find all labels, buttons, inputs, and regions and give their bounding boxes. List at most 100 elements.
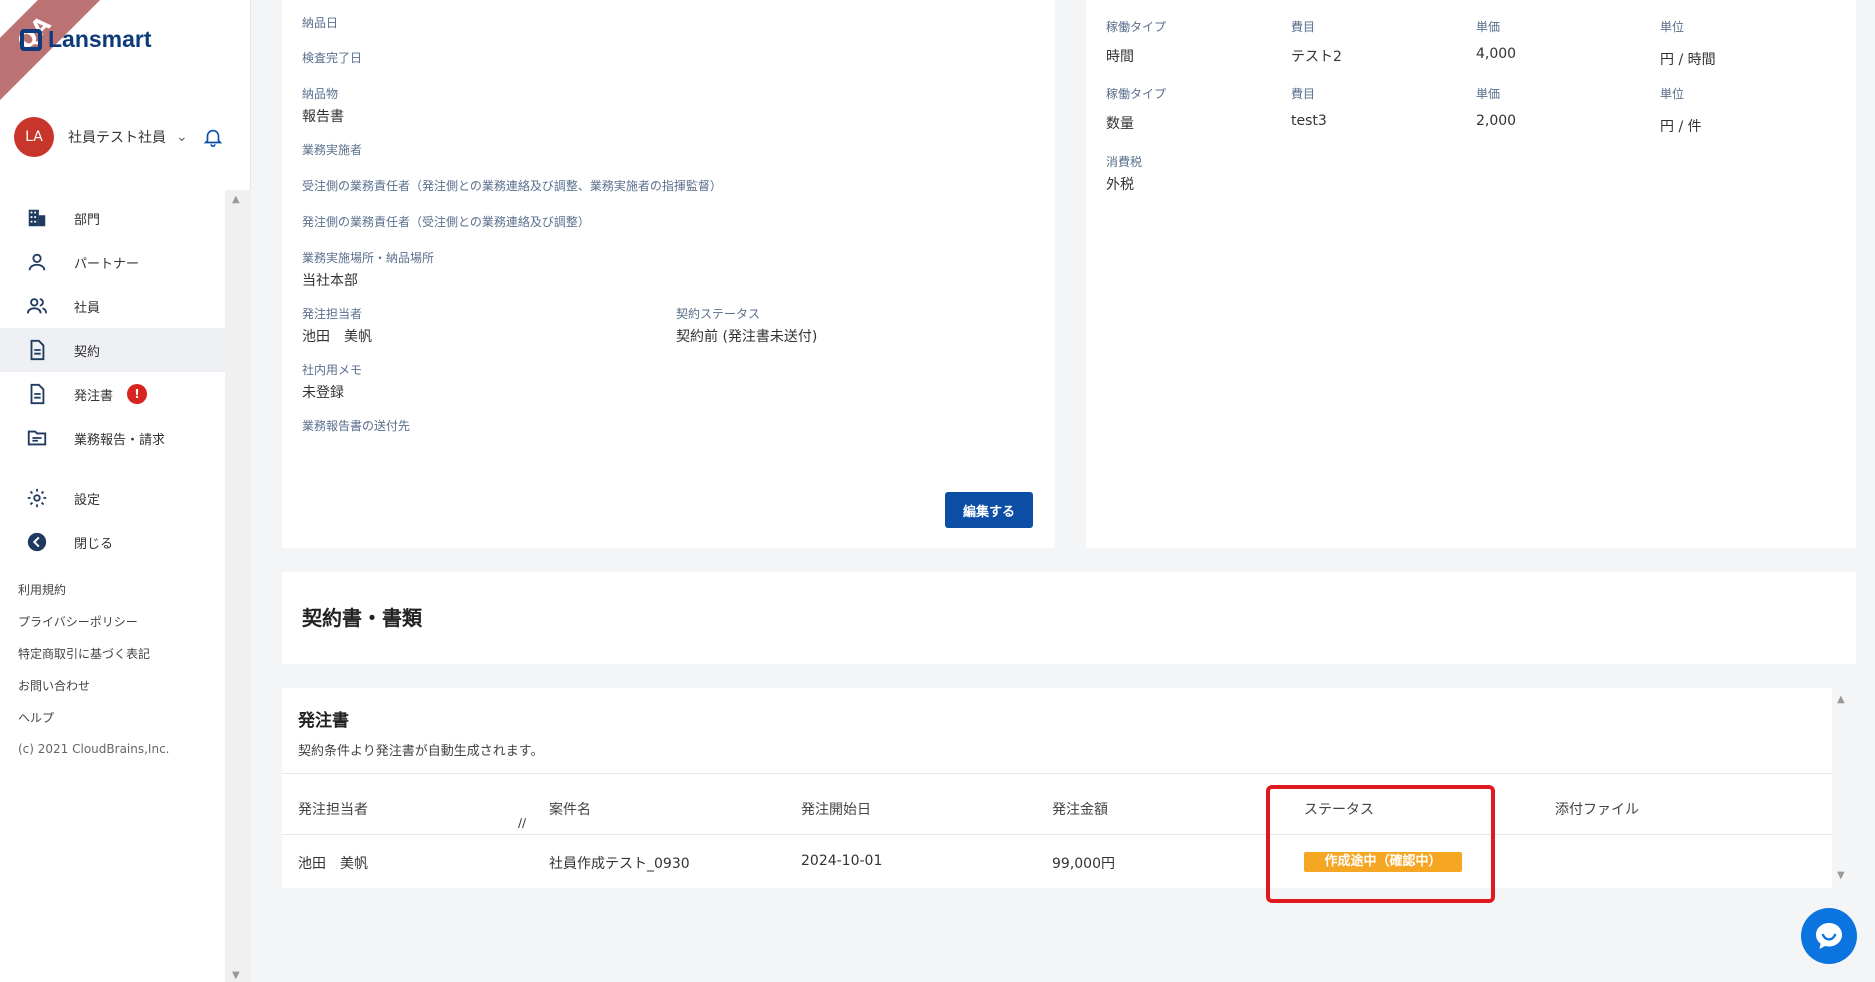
highlight-annotation-box: [1266, 785, 1495, 903]
unit-price-label: 単価: [1476, 87, 1501, 101]
location-value: 当社本部: [302, 273, 358, 289]
arrow-left-circle-icon: [27, 532, 47, 552]
tax-label: 消費税: [1106, 155, 1143, 169]
avatar: LA: [14, 117, 54, 157]
work-type-value: 時間: [1106, 49, 1134, 65]
delivery-date-label: 納品日: [302, 16, 339, 30]
tokusho-link[interactable]: 特定商取引に基づく表記: [18, 645, 150, 662]
work-type-label: 稼働タイプ: [1106, 20, 1167, 34]
work-type-label: 稼働タイプ: [1106, 87, 1167, 101]
deliverable-value: 報告書: [302, 109, 344, 125]
sidebar-item-label: 社員: [74, 300, 101, 316]
receiver-manager-label: 受注側の業務責任者（発注側との業務連絡及び調整、業務実施者の指揮監督）: [302, 179, 722, 193]
documents-title: 契約書・書類: [302, 606, 422, 630]
cost-item-value: テスト2: [1291, 49, 1342, 65]
orders-subtitle: 契約条件より発注書が自動生成されます。: [298, 744, 544, 759]
edit-button[interactable]: 編集する: [945, 492, 1033, 528]
folder-icon: [27, 430, 47, 446]
row-start-date: 2024-10-01: [801, 853, 883, 869]
brand-name: Lansmart: [48, 26, 152, 52]
divider: [282, 834, 1832, 835]
contract-details-card: [282, 0, 1055, 548]
sidebar-item-orders[interactable]: 発注書 !: [0, 372, 225, 416]
sidebar-item-label: 契約: [74, 344, 101, 360]
scroll-up-icon[interactable]: ▲: [1837, 694, 1845, 705]
building-icon: [28, 209, 46, 227]
chat-button[interactable]: [1801, 908, 1857, 964]
sidebar-item-departments[interactable]: 部門: [0, 196, 225, 240]
brand-logo[interactable]: Lansmart: [20, 26, 152, 53]
scroll-down-icon[interactable]: ▼: [1837, 870, 1845, 881]
resize-handle-icon[interactable]: ∕∕: [518, 816, 526, 830]
chat-bubble-icon: [1816, 923, 1842, 949]
row-amount: 99,000円: [1052, 856, 1115, 872]
sidebar-item-label: 発注書: [74, 388, 114, 404]
deliverable-label: 納品物: [302, 87, 339, 101]
work-type-value: 数量: [1106, 116, 1134, 132]
unit-price-label: 単価: [1476, 20, 1501, 34]
sidebar-item-label: 閉じる: [74, 536, 114, 552]
column-header-amount[interactable]: 発注金額: [1052, 799, 1108, 819]
sidebar: QA Lansmart LA 社員テスト社員 ⌄ ▲ ▼ 部門 パートナー 社員…: [0, 0, 251, 982]
sidebar-item-label: 部門: [74, 212, 101, 228]
help-link[interactable]: ヘルプ: [18, 709, 54, 726]
sidebar-close-button[interactable]: 閉じる: [0, 520, 225, 564]
sidebar-item-reports[interactable]: 業務報告・請求: [0, 416, 225, 460]
orderer-manager-label: 発注側の業務責任者（受注側との業務連絡及び調整）: [302, 215, 590, 229]
alert-badge-icon: !: [127, 384, 148, 404]
bell-icon[interactable]: [202, 125, 224, 149]
location-label: 業務実施場所・納品場所: [302, 251, 435, 265]
contact-link[interactable]: お問い合わせ: [18, 677, 90, 694]
contract-status-value: 契約前 (発注書未送付): [676, 329, 818, 345]
people-icon: [26, 298, 48, 314]
sidebar-item-partners[interactable]: パートナー: [0, 240, 225, 284]
sidebar-item-label: 業務報告・請求: [74, 432, 166, 448]
unit-value: 円 / 件: [1660, 119, 1702, 135]
scroll-up-icon[interactable]: ▲: [232, 194, 240, 205]
table-scrollbar[interactable]: ▲ ▼: [1833, 690, 1853, 890]
logo-mark-icon: [20, 28, 42, 51]
chevron-down-icon[interactable]: ⌄: [176, 129, 188, 145]
sidebar-item-label: 設定: [74, 492, 101, 508]
documents-card: [282, 572, 1856, 664]
gear-icon: [27, 488, 47, 508]
column-header-project[interactable]: 案件名: [549, 799, 591, 819]
row-person: 池田 美帆: [298, 856, 368, 872]
cost-item-label: 費目: [1291, 20, 1316, 34]
sidebar-scrollbar[interactable]: [225, 190, 251, 982]
cost-item-label: 費目: [1291, 87, 1316, 101]
orders-title: 発注書: [298, 711, 349, 731]
person-value: 池田 美帆: [302, 329, 372, 345]
privacy-link[interactable]: プライバシーポリシー: [18, 613, 138, 630]
sidebar-item-label: パートナー: [74, 256, 140, 272]
user-menu[interactable]: LA 社員テスト社員 ⌄: [14, 117, 236, 157]
user-name: 社員テスト社員: [68, 130, 166, 146]
person-icon: [28, 253, 46, 271]
sidebar-item-employees[interactable]: 社員: [0, 284, 225, 328]
column-header-person[interactable]: 発注担当者: [298, 799, 368, 819]
unit-label: 単位: [1660, 87, 1685, 101]
document-icon: [30, 339, 45, 361]
divider: [282, 773, 1832, 774]
rates-card: [1086, 0, 1856, 548]
copyright: (c) 2021 CloudBrains,Inc.: [18, 742, 170, 756]
terms-link[interactable]: 利用規約: [18, 581, 66, 598]
person-label: 発注担当者: [302, 307, 363, 321]
unit-label: 単位: [1660, 20, 1685, 34]
column-header-attachment[interactable]: 添付ファイル: [1555, 799, 1639, 819]
sidebar-item-settings[interactable]: 設定: [0, 476, 225, 520]
sidebar-item-contracts[interactable]: 契約: [0, 328, 225, 372]
scroll-down-icon[interactable]: ▼: [232, 970, 240, 981]
unit-price-value: 2,000: [1476, 113, 1517, 129]
unit-value: 円 / 時間: [1660, 52, 1716, 68]
unit-price-value: 4,000: [1476, 46, 1517, 62]
document-icon: [30, 383, 45, 405]
worker-label: 業務実施者: [302, 143, 363, 157]
report-destination-label: 業務報告書の送付先: [302, 419, 411, 433]
memo-label: 社内用メモ: [302, 363, 363, 377]
inspection-date-label: 検査完了日: [302, 51, 363, 65]
column-header-start-date[interactable]: 発注開始日: [801, 799, 871, 819]
row-project[interactable]: 社員作成テスト_0930: [549, 853, 690, 873]
contract-status-label: 契約ステータス: [676, 307, 761, 321]
memo-value: 未登録: [302, 385, 344, 401]
